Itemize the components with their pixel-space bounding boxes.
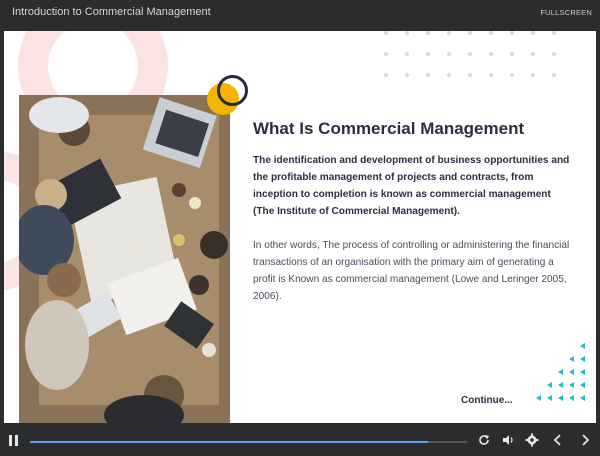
decorative-dot [552, 31, 556, 35]
top-bar: Introduction to Commercial Management FU… [0, 0, 600, 31]
decorative-triangle [558, 382, 563, 388]
settings-button[interactable] [525, 433, 539, 447]
decorative-dot [384, 31, 388, 35]
decorative-triangle [569, 369, 574, 375]
decorative-dot [510, 31, 514, 35]
decorative-dot [552, 73, 556, 77]
player-controls [0, 423, 600, 456]
progress-bar[interactable] [30, 441, 467, 443]
decorative-dot [384, 73, 388, 77]
decorative-dot [489, 31, 493, 35]
decorative-dot [531, 31, 535, 35]
decorative-dot [510, 52, 514, 56]
decorative-dot [384, 52, 388, 56]
decorative-triangle [558, 395, 563, 401]
decorative-triangle [580, 343, 585, 349]
decorative-dot [468, 31, 472, 35]
decorative-dot [447, 52, 451, 56]
decorative-triangle [558, 369, 563, 375]
decorative-ring [217, 75, 248, 106]
decorative-dot [552, 52, 556, 56]
slide: What Is Commercial Management The identi… [4, 31, 596, 423]
explanation-text: In other words, The process of controlli… [253, 240, 570, 302]
decorative-triangle [569, 356, 574, 362]
decorative-dot [426, 52, 430, 56]
decorative-triangle [547, 395, 552, 401]
decorative-dot [426, 73, 430, 77]
pause-icon [9, 435, 12, 446]
slide-heading: What Is Commercial Management [253, 119, 525, 138]
decorative-dot [447, 31, 451, 35]
pause-button[interactable] [9, 435, 19, 446]
decorative-dot [405, 73, 409, 77]
continue-button[interactable]: Continue... [461, 395, 513, 406]
replay-icon [479, 435, 489, 445]
progress-fill [30, 441, 428, 443]
replay-button[interactable] [477, 433, 491, 447]
decorative-dot [405, 31, 409, 35]
decorative-dot [447, 73, 451, 77]
decorative-triangle [547, 382, 552, 388]
decorative-triangle [580, 356, 585, 362]
course-title: Introduction to Commercial Management [12, 6, 211, 18]
next-button[interactable] [578, 433, 592, 447]
next-icon [582, 434, 590, 446]
volume-icon [503, 435, 513, 445]
decorative-dot [510, 73, 514, 77]
office-meeting-image [19, 95, 230, 423]
fullscreen-button[interactable]: FULLSCREEN [540, 8, 592, 17]
decorative-triangle [580, 395, 585, 401]
decorative-triangle [580, 382, 585, 388]
definition-text: The identification and development of bu… [253, 155, 570, 217]
settings-icon [525, 433, 539, 447]
decorative-triangle-grid [536, 343, 596, 413]
decorative-triangle [569, 395, 574, 401]
decorative-dot [426, 31, 430, 35]
previous-icon [553, 434, 561, 446]
decorative-dot [468, 52, 472, 56]
meeting-photo [19, 95, 230, 423]
decorative-triangle [536, 395, 541, 401]
decorative-dot [489, 52, 493, 56]
decorative-dot-grid [384, 31, 584, 91]
previous-button[interactable] [551, 433, 565, 447]
decorative-dot [405, 52, 409, 56]
decorative-dot [531, 52, 535, 56]
decorative-dot [489, 73, 493, 77]
decorative-triangle [569, 382, 574, 388]
decorative-dot [468, 73, 472, 77]
decorative-triangle [580, 369, 585, 375]
decorative-dot [531, 73, 535, 77]
volume-button[interactable] [501, 433, 515, 447]
